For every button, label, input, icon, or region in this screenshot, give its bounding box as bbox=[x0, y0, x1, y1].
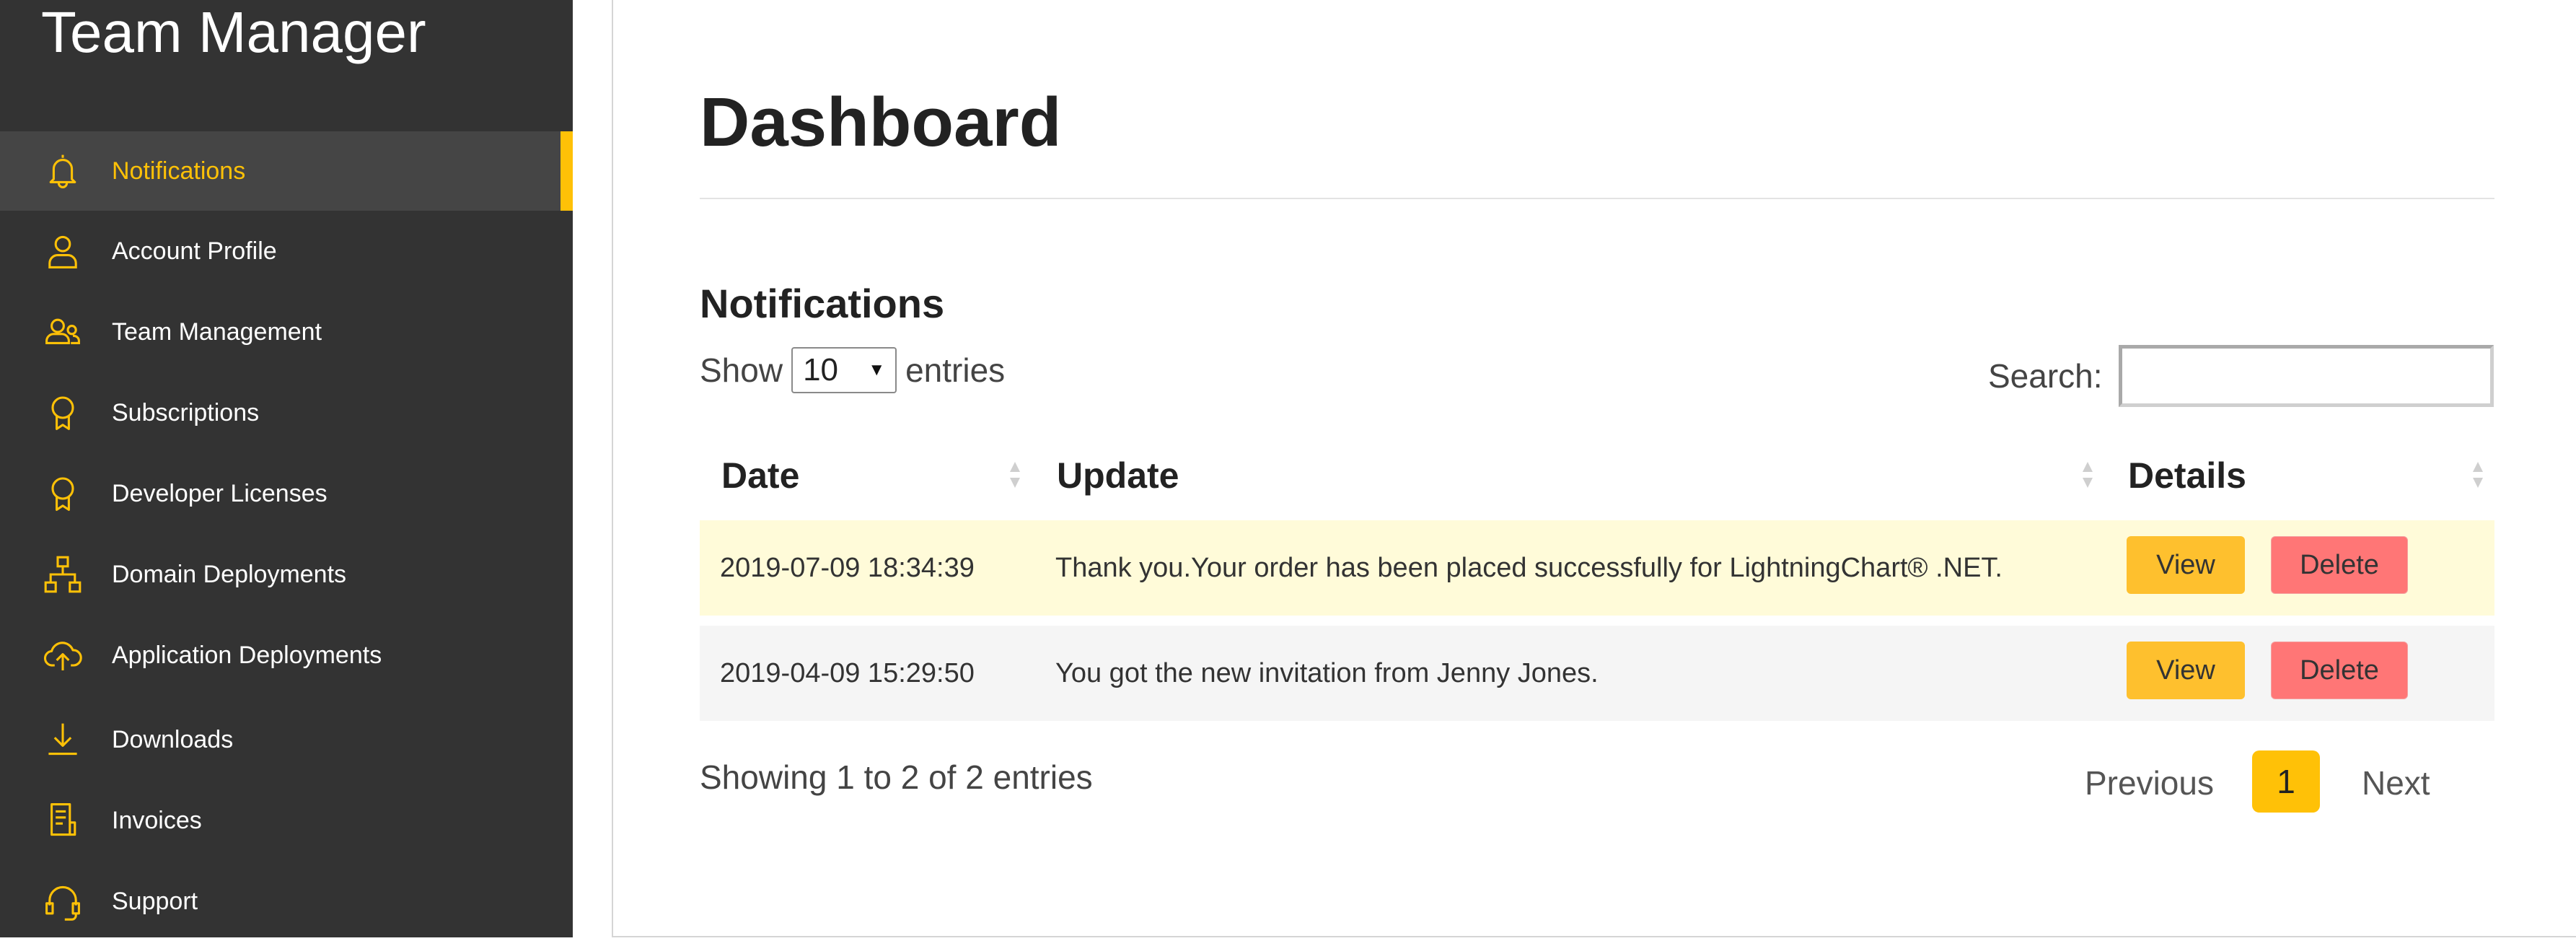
section-title: Notifications bbox=[700, 281, 945, 326]
sidebar-item-label: Account Profile bbox=[112, 237, 277, 265]
caret-down-icon: ▼ bbox=[868, 360, 886, 380]
users-icon bbox=[40, 310, 85, 354]
cloud-upload-icon bbox=[40, 633, 85, 678]
delete-button[interactable]: Delete bbox=[2271, 642, 2408, 699]
sidebar-item-developer-licenses[interactable]: Developer Licenses bbox=[0, 454, 573, 533]
table-info: Showing 1 to 2 of 2 entries bbox=[700, 758, 1093, 796]
sidebar-item-label: Notifications bbox=[112, 157, 246, 185]
main-panel: Dashboard Notifications Show 10 ▼ entrie… bbox=[612, 0, 2576, 937]
award-icon bbox=[40, 471, 85, 516]
search-control: Search: bbox=[1988, 345, 2494, 407]
sidebar-item-application-deployments[interactable]: Application Deployments bbox=[0, 616, 573, 695]
table-header: Date Update Details bbox=[700, 433, 2494, 520]
entries-label: entries bbox=[905, 351, 1006, 389]
notifications-table: Date Update Details 2019-07-09 18:34:39 … bbox=[700, 433, 2494, 731]
sidebar-item-label: Downloads bbox=[112, 725, 234, 753]
view-button[interactable]: View bbox=[2127, 642, 2245, 699]
sidebar-item-team-management[interactable]: Team Management bbox=[0, 292, 573, 372]
column-header-update[interactable]: Update bbox=[1057, 433, 1179, 518]
page-title: Dashboard bbox=[700, 84, 1062, 161]
download-icon bbox=[40, 717, 85, 762]
table-row: 2019-07-09 18:34:39 Thank you.Your order… bbox=[700, 520, 2494, 616]
user-icon bbox=[40, 229, 85, 273]
app-title: Team Manager bbox=[41, 0, 426, 64]
search-input[interactable] bbox=[2118, 345, 2494, 407]
sort-icon[interactable] bbox=[1008, 456, 1022, 494]
cell-update: You got the new invitation from Jenny Jo… bbox=[1055, 657, 1599, 688]
sidebar-item-label: Invoices bbox=[112, 806, 202, 834]
title-divider bbox=[700, 198, 2494, 199]
delete-button[interactable]: Delete bbox=[2271, 536, 2408, 594]
sidebar-item-label: Team Management bbox=[112, 318, 322, 346]
column-header-date[interactable]: Date bbox=[721, 433, 799, 518]
headset-icon bbox=[40, 879, 85, 924]
sidebar-item-label: Subscriptions bbox=[112, 398, 260, 426]
sidebar-item-label: Developer Licenses bbox=[112, 479, 328, 507]
sidebar-item-label: Support bbox=[112, 887, 198, 915]
page-1-button[interactable]: 1 bbox=[2252, 750, 2320, 813]
sidebar-item-support[interactable]: Support bbox=[0, 862, 573, 941]
entries-length-control: Show 10 ▼ entries bbox=[700, 345, 1005, 395]
sidebar-item-account-profile[interactable]: Account Profile bbox=[0, 211, 573, 291]
cell-update: Thank you.Your order has been placed suc… bbox=[1055, 552, 2003, 583]
sidebar-item-invoices[interactable]: Invoices bbox=[0, 781, 573, 860]
sidebar-item-subscriptions[interactable]: Subscriptions bbox=[0, 373, 573, 452]
sidebar-item-domain-deployments[interactable]: Domain Deployments bbox=[0, 535, 573, 614]
sitemap-icon bbox=[40, 552, 85, 597]
sidebar: Team Manager Notifications Account Profi… bbox=[0, 0, 573, 937]
invoice-icon bbox=[40, 798, 85, 843]
bell-icon bbox=[40, 149, 85, 193]
column-header-details[interactable]: Details bbox=[2128, 433, 2246, 518]
entries-select[interactable]: 10 ▼ bbox=[791, 347, 897, 393]
cell-date: 2019-07-09 18:34:39 bbox=[720, 552, 975, 583]
sort-icon[interactable] bbox=[2471, 456, 2485, 494]
table-row: 2019-04-09 15:29:50 You got the new invi… bbox=[700, 626, 2494, 721]
sidebar-item-label: Application Deployments bbox=[112, 641, 382, 669]
previous-page-button[interactable]: Previous bbox=[2085, 750, 2214, 815]
show-label: Show bbox=[700, 351, 783, 389]
award-icon bbox=[40, 390, 85, 435]
sort-icon[interactable] bbox=[2080, 456, 2095, 494]
pagination: Previous 1 Next bbox=[2085, 750, 2518, 815]
next-page-button[interactable]: Next bbox=[2362, 750, 2430, 815]
sidebar-item-notifications[interactable]: Notifications bbox=[0, 131, 573, 211]
view-button[interactable]: View bbox=[2127, 536, 2245, 594]
search-label: Search: bbox=[1988, 357, 2103, 395]
sidebar-item-downloads[interactable]: Downloads bbox=[0, 700, 573, 779]
sidebar-item-label: Domain Deployments bbox=[112, 560, 347, 588]
cell-date: 2019-04-09 15:29:50 bbox=[720, 657, 975, 688]
entries-select-value: 10 bbox=[803, 352, 839, 388]
